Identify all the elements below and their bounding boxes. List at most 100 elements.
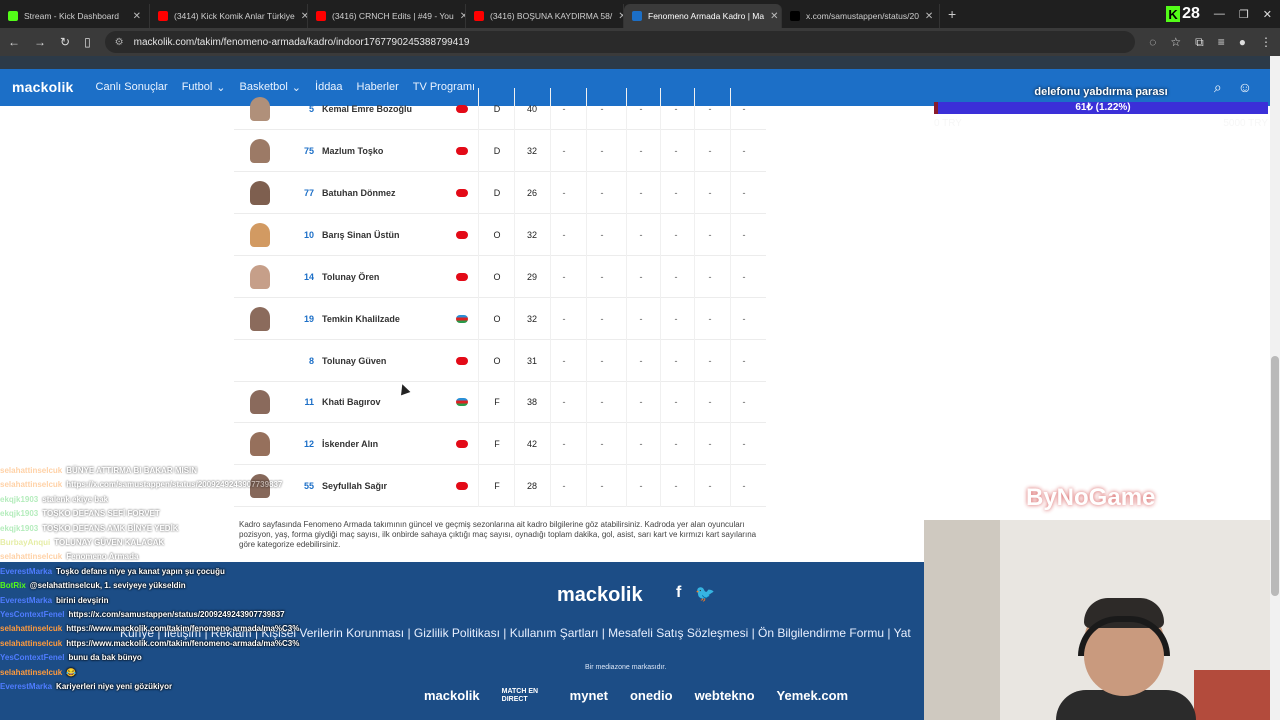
table-row[interactable]: 55 Seyfullah Sağır F 28- - - - - - (234, 465, 766, 507)
eye-off-icon[interactable]: ◌ (1149, 35, 1156, 49)
player-name[interactable]: Kemal Emre Bozoğlu (322, 104, 412, 114)
chat-username[interactable]: selahattinselcuk (0, 624, 62, 633)
footer-brand[interactable]: Yemek.com (777, 688, 849, 704)
column-divider (626, 256, 627, 298)
minimize-icon[interactable]: — (1214, 8, 1225, 20)
restore-icon[interactable]: ❐ (1239, 8, 1249, 21)
chat-username[interactable]: BotRix (0, 581, 26, 590)
table-row[interactable]: 75 Mazlum Toşko D 32 - - - - - - (234, 130, 766, 172)
table-row[interactable]: 19 Temkin Khalilzade O 32 - - - - - - (234, 298, 766, 340)
chat-text: TOŞKO DEFANS SEFİ FORVET (42, 509, 160, 519)
chat-username[interactable]: selahattinselcuk (0, 466, 62, 475)
column-divider (550, 214, 551, 256)
scrollbar-thumb[interactable] (1271, 356, 1279, 596)
forward-icon[interactable]: → (34, 35, 46, 49)
chat-message: EverestMarka Kariyerleri niye yeni gözüki… (0, 680, 300, 694)
stat-cell: - (562, 480, 566, 491)
table-row[interactable]: 12 İskender Alın F 42 - - - - - - (234, 423, 766, 465)
table-row[interactable]: 77 Batuhan Dönmez D 26 - - - - - - (234, 172, 766, 214)
table-row[interactable]: 5 Kemal Emre Bozoğlu D 40 - - - - - - (234, 88, 766, 130)
close-window-icon[interactable]: ✕ (1263, 8, 1272, 21)
chat-username[interactable]: selahattinselcuk (0, 668, 62, 677)
chat-username[interactable]: selahattinselcuk (0, 552, 62, 561)
chat-text: 😂 (66, 667, 77, 677)
column-divider (694, 130, 695, 172)
column-divider (626, 423, 627, 465)
player-name[interactable]: Mazlum Toşko (322, 146, 383, 156)
facebook-icon[interactable]: f (676, 584, 681, 604)
profile-icon[interactable]: ● (1239, 35, 1246, 49)
url-text: mackolik.com/takim/fenomeno-armada/kadro… (133, 36, 470, 48)
close-tab-icon[interactable]: ✕ (454, 11, 465, 22)
chat-username[interactable]: YesContextFenel (0, 610, 64, 619)
chat-username[interactable]: EverestMarka (0, 567, 52, 576)
media-icon[interactable]: ≡ (1218, 35, 1225, 49)
chat-username[interactable]: EverestMarka (0, 596, 52, 605)
table-row[interactable]: 10 Barış Sinan Üstün O 32 - - - - - - (234, 214, 766, 256)
new-tab-button[interactable]: + (948, 6, 956, 22)
close-tab-icon[interactable]: ✕ (919, 11, 933, 22)
extensions-icon[interactable]: ⧉ (1195, 35, 1204, 50)
reload-icon[interactable]: ↻ (60, 35, 70, 49)
chat-username[interactable]: BurbayAnqui (0, 538, 50, 547)
column-divider (660, 172, 661, 214)
close-tab-icon[interactable]: ✕ (612, 11, 623, 22)
browser-tab[interactable]: (3416) BOŞUNA KAYDIRMA 58/✕ (466, 4, 624, 28)
player-name[interactable]: Tolunay Güven (322, 356, 386, 366)
column-divider (586, 465, 587, 507)
chat-username[interactable]: YesContextFenel (0, 653, 64, 662)
site-info-icon[interactable]: ⚙ (115, 37, 124, 48)
column-divider (694, 88, 695, 130)
player-name[interactable]: Barış Sinan Üstün (322, 230, 400, 240)
chat-message: selahattinselcuk https://www.mackolik.com… (0, 637, 300, 651)
page-scrollbar[interactable] (1270, 56, 1280, 720)
url-field[interactable]: ⚙ mackolik.com/takim/fenomeno-armada/kad… (104, 31, 1136, 53)
tab-title: (3416) BOŞUNA KAYDIRMA 58/ (490, 11, 613, 21)
back-icon[interactable]: ← (8, 35, 20, 49)
footer-brand[interactable]: onedio (630, 688, 673, 704)
table-row[interactable]: 11 Khati Bagırov F 38 - - - - - - (234, 381, 766, 423)
browser-tab[interactable]: Fenomeno Armada Kadro | Ma ✕ (624, 4, 782, 28)
footer-brand[interactable]: MATCH EN DIRECT (502, 688, 548, 704)
chat-username[interactable]: selahattinselcuk (0, 639, 62, 648)
close-tab-icon[interactable]: ✕ (295, 11, 307, 22)
stat-cell: - (674, 145, 678, 156)
browser-tab[interactable]: Stream - Kick Dashboard ✕ (0, 4, 150, 28)
player-position: F (494, 396, 500, 407)
table-row[interactable]: 14 Tolunay Ören O 29 - - - - - - (234, 256, 766, 298)
stat-cell: - (674, 355, 678, 366)
chat-username[interactable]: ekqjk1903 (0, 495, 38, 504)
footer-brand[interactable]: mynet (570, 688, 608, 704)
stat-cell: - (639, 103, 643, 114)
mackolik-logo[interactable]: mackolik (12, 79, 74, 95)
menu-icon[interactable]: ⋮ (1260, 35, 1272, 49)
footer-brand[interactable]: mackolik (424, 688, 480, 704)
close-tab-icon[interactable]: ✕ (127, 11, 141, 22)
player-name[interactable]: Batuhan Dönmez (322, 188, 396, 198)
player-name[interactable]: Tolunay Ören (322, 272, 379, 282)
player-name[interactable]: Khati Bagırov (322, 397, 381, 407)
column-divider (586, 423, 587, 465)
twitter-icon[interactable]: 🐦 (695, 584, 715, 604)
close-tab-icon[interactable]: ✕ (764, 11, 778, 22)
browser-tab[interactable]: (3414) Kick Komik Anlar Türkiye✕ (150, 4, 308, 28)
chat-username[interactable]: ekqjk1903 (0, 509, 38, 518)
footer-logo[interactable]: mackolik (557, 584, 643, 607)
chat-username[interactable]: ekqjk1903 (0, 524, 38, 533)
chat-username[interactable]: selahattinselcuk (0, 480, 62, 489)
chevron-down-icon[interactable]: ⌄ (216, 81, 225, 94)
nav-item[interactable]: Futbol (182, 81, 213, 93)
nav-item[interactable]: Canlı Sonuçlar (96, 81, 168, 93)
column-divider (478, 214, 479, 256)
sidebar-icon[interactable]: ▯ (84, 35, 91, 49)
footer-brand[interactable]: webtekno (695, 688, 755, 704)
bookmark-star-icon[interactable]: ☆ (1170, 35, 1181, 49)
player-name[interactable]: İskender Alın (322, 439, 378, 449)
table-row[interactable]: 8 Tolunay Güven O 31 - - - - - - (234, 340, 766, 382)
browser-tab[interactable]: x.com/samustappen/status/20 ✕ (782, 4, 940, 28)
player-name[interactable]: Temkin Khalilzade (322, 314, 400, 324)
player-name[interactable]: Seyfullah Sağır (322, 481, 387, 491)
chat-username[interactable]: EverestMarka (0, 682, 52, 691)
browser-tab[interactable]: (3416) CRNCH Edits | #49 - You✕ (308, 4, 466, 28)
column-divider (730, 340, 731, 382)
